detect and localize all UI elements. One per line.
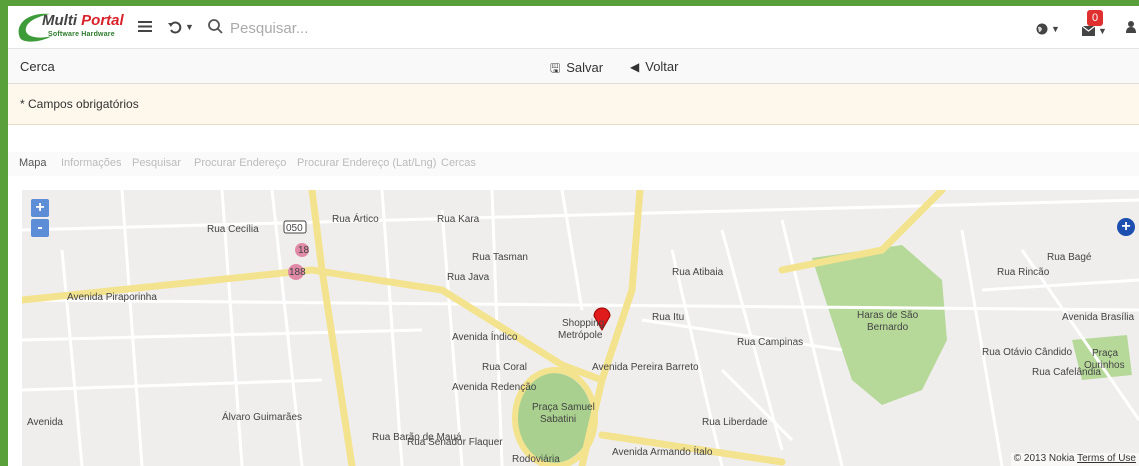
save-button[interactable]: 🖫 Salvar (550, 59, 603, 80)
brand-tagline: Software Hardware (48, 31, 115, 38)
user-icon[interactable] (1126, 21, 1136, 37)
top-navbar: Multi Portal Software Hardware ▼ ▼ ▼ 0 (8, 6, 1139, 49)
map-label: Sabatini (540, 414, 576, 425)
floppy-disk-icon: 🖫 (550, 61, 561, 75)
map-label: Rua Tasman (472, 252, 528, 263)
chevron-down-icon: ▼ (1051, 23, 1060, 34)
history-dropdown[interactable]: ▼ (168, 19, 194, 35)
map-label: Praça Samuel (532, 402, 595, 413)
brand-name: Multi Portal (42, 12, 124, 29)
tab-procurar-endereco[interactable]: Procurar Endereço (194, 157, 286, 169)
zoom-in-button[interactable]: + (31, 199, 49, 217)
map-label: Rua Coral (482, 362, 527, 373)
map-label: Rua Kara (437, 214, 480, 225)
map-label: Rua Java (447, 272, 490, 283)
globe-dropdown[interactable]: ▼ (1036, 20, 1060, 37)
map-label: Avenida Índico (452, 330, 518, 343)
map-label: Bernardo (867, 322, 909, 333)
map-label: Rua Campinas (737, 337, 803, 348)
chevron-down-icon: ▼ (1098, 25, 1107, 36)
map-label: Avenida (27, 417, 63, 428)
map-label: Avenida Armando Ítalo (612, 445, 713, 458)
map-label: Rua Cafelândia (1032, 367, 1101, 378)
map-label: Rodoviária (512, 454, 560, 465)
back-label: Voltar (645, 59, 679, 74)
map-label: Rua Liberdade (702, 417, 768, 428)
history-icon (168, 21, 182, 34)
tab-pesquisar[interactable]: Pesquisar (132, 157, 181, 169)
map-view[interactable]: Rua Cecília 050 Rua Ártico Rua Kara 18 1… (22, 190, 1139, 466)
map-copyright: © 2013 Nokia Terms of Use (1010, 453, 1139, 466)
map-label: 188 (289, 267, 306, 278)
map-label: Avenida Piraporinha (67, 292, 157, 303)
major-roads (22, 190, 946, 466)
page-title: Cerca (20, 59, 55, 74)
map-label: Álvaro Guimarães (222, 410, 302, 423)
map-label: Haras de São (857, 310, 919, 321)
tab-cercas[interactable]: Cercas (441, 157, 476, 169)
required-fields-notice: * Campos obrigatórios (8, 84, 1139, 125)
app-frame: Multi Portal Software Hardware ▼ ▼ ▼ 0 C… (8, 6, 1139, 466)
brand-logo[interactable]: Multi Portal Software Hardware (14, 10, 124, 44)
tab-bar: Mapa Informações Pesquisar Procurar Ende… (8, 152, 1139, 176)
map-label: Rua Bagé (1047, 252, 1092, 263)
tab-procurar-endereco-latlng[interactable]: Procurar Endereço (Lat/Lng) (297, 157, 436, 169)
back-button[interactable]: ◀ Voltar (630, 59, 678, 74)
search-input[interactable] (230, 18, 530, 38)
copyright-text: © 2013 Nokia (1013, 453, 1075, 464)
map-label: Avenida Brasília (1062, 312, 1135, 323)
map-label: Rua Atibaia (672, 267, 724, 278)
map-canvas[interactable]: Rua Cecília 050 Rua Ártico Rua Kara 18 1… (22, 190, 1139, 466)
map-label: Avenida Pereira Barreto (592, 362, 699, 373)
search-icon (208, 19, 223, 38)
required-fields-text: * Campos obrigatórios (20, 97, 139, 111)
envelope-icon (1081, 25, 1096, 36)
map-label: 050 (286, 223, 303, 234)
zoom-out-button[interactable]: - (31, 219, 49, 237)
map-label: Praça (1092, 348, 1119, 359)
map-label: Shopping (562, 318, 604, 329)
page-toolbar: Cerca 🖫 Salvar ◀ Voltar (8, 49, 1139, 84)
arrow-circle-left-icon: ◀ (630, 60, 640, 74)
map-label: Metrópole (558, 330, 603, 341)
map-label: 18 (298, 245, 310, 256)
map-label: Rua Senador Flaquer (407, 437, 503, 448)
notification-badge: 0 (1087, 10, 1103, 26)
save-label: Salvar (566, 60, 604, 75)
terms-of-use-link[interactable]: Terms of Use (1077, 453, 1136, 464)
globe-icon (1036, 23, 1048, 35)
tab-mapa[interactable]: Mapa (19, 157, 47, 169)
chevron-down-icon: ▼ (185, 22, 194, 32)
menu-icon[interactable] (138, 20, 152, 37)
map-label: Rua Rincão (997, 267, 1050, 278)
map-label: Rua Itu (652, 312, 684, 323)
map-label: Rua Ártico (332, 212, 379, 225)
expand-map-icon[interactable]: + (1117, 218, 1135, 236)
tab-informacoes[interactable]: Informações (61, 157, 122, 169)
map-label: Rua Otávio Cândido (982, 347, 1072, 358)
map-label: Avenida Redenção (452, 382, 537, 393)
map-label: Rua Cecília (207, 224, 259, 235)
